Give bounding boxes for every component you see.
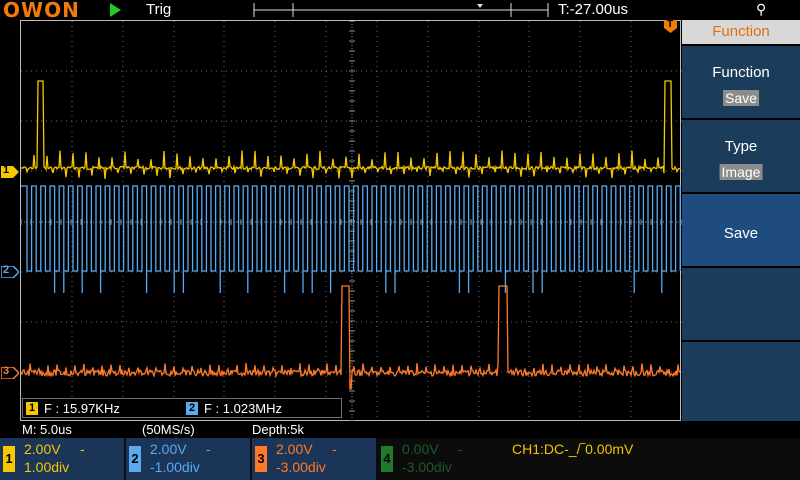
ch2-volts: 2.00V: [150, 441, 187, 457]
sample-rate: (50MS/s): [142, 422, 195, 437]
menu-title: Function: [682, 20, 800, 44]
ch2-badge: 2: [186, 402, 198, 415]
menu-item-label: Type: [724, 138, 758, 155]
ch4-coupling: -: [458, 441, 463, 457]
menu-item-label: Function: [712, 64, 770, 81]
ch2-number: 2: [129, 446, 141, 472]
status-line: M: 5.0us (50MS/s) Depth:5k: [0, 421, 800, 438]
memory-depth: Depth:5k: [252, 422, 305, 437]
menu-item-empty-4[interactable]: [682, 266, 800, 340]
menu-item-empty-5[interactable]: [682, 340, 800, 421]
channel-bar: 1 2.00V - 1.00div 2 2.00V - -1.00div 3 2…: [0, 438, 800, 480]
ch4-settings[interactable]: 4 0.00V - -3.00div: [378, 438, 502, 480]
top-bar: OWON Trig T:-27.00us ⚲: [0, 0, 800, 22]
function-menu: Function Function Save Type Image Save: [682, 20, 800, 421]
trigger-time-offset: T:-27.00us: [558, 1, 629, 18]
ch1-settings[interactable]: 1 2.00V - 1.00div: [0, 438, 124, 480]
ch3-offset: -3.00div: [276, 459, 326, 475]
ch3-number: 3: [255, 446, 267, 472]
ch1-offset: 1.00div: [24, 459, 70, 475]
trigger-position-marker[interactable]: T: [664, 19, 677, 33]
menu-item-type[interactable]: Type Image: [682, 118, 800, 192]
ch3-volts: 2.00V: [276, 441, 313, 457]
ch4-offset: -3.00div: [402, 459, 452, 475]
waveform-display[interactable]: [20, 20, 682, 422]
menu-item-label: Save: [723, 225, 759, 242]
trigger-status: Trig: [146, 1, 172, 18]
ch1-frequency: F : 15.97KHz: [44, 401, 120, 416]
ch1-volts: 2.00V: [24, 441, 61, 457]
waveforms: [21, 80, 681, 390]
ch1-level-marker[interactable]: 1: [1, 164, 19, 178]
frequency-readout: 1 F : 15.97KHz 2 F : 1.023MHz: [22, 398, 342, 418]
ch3-coupling: -: [332, 441, 337, 457]
usb-icon: ⚲: [756, 1, 767, 17]
owon-logo: OWON: [3, 0, 80, 22]
ch4-number: 4: [381, 446, 393, 472]
ch1-waveform: [21, 80, 681, 179]
timebase: M: 5.0us: [22, 422, 72, 437]
menu-item-function[interactable]: Function Save: [682, 44, 800, 118]
ch1-number: 1: [3, 446, 15, 472]
ch2-frequency: F : 1.023MHz: [204, 401, 283, 416]
ch3-level-marker[interactable]: 3: [0, 365, 21, 380]
ch2-waveform: [21, 185, 681, 293]
run-state-icon[interactable]: [110, 3, 121, 17]
ch2-offset: -1.00div: [150, 459, 200, 475]
ch1-coupling: -: [80, 441, 85, 457]
menu-item-value: Save: [723, 90, 759, 106]
ch2-coupling: -: [206, 441, 211, 457]
ch2-level-marker[interactable]: 2: [0, 264, 21, 279]
memory-position-bar[interactable]: [253, 3, 549, 17]
menu-item-save[interactable]: Save: [682, 192, 800, 266]
ch4-volts: 0.00V: [402, 441, 439, 457]
ch1-badge: 1: [26, 402, 38, 415]
ch3-waveform: [21, 285, 681, 390]
ch3-settings[interactable]: 3 2.00V - -3.00div: [252, 438, 376, 480]
trigger-settings[interactable]: CH1:DC-_/‾0.00mV: [512, 441, 633, 457]
menu-item-value: Image: [719, 164, 763, 180]
ch2-settings[interactable]: 2 2.00V - -1.00div: [126, 438, 250, 480]
